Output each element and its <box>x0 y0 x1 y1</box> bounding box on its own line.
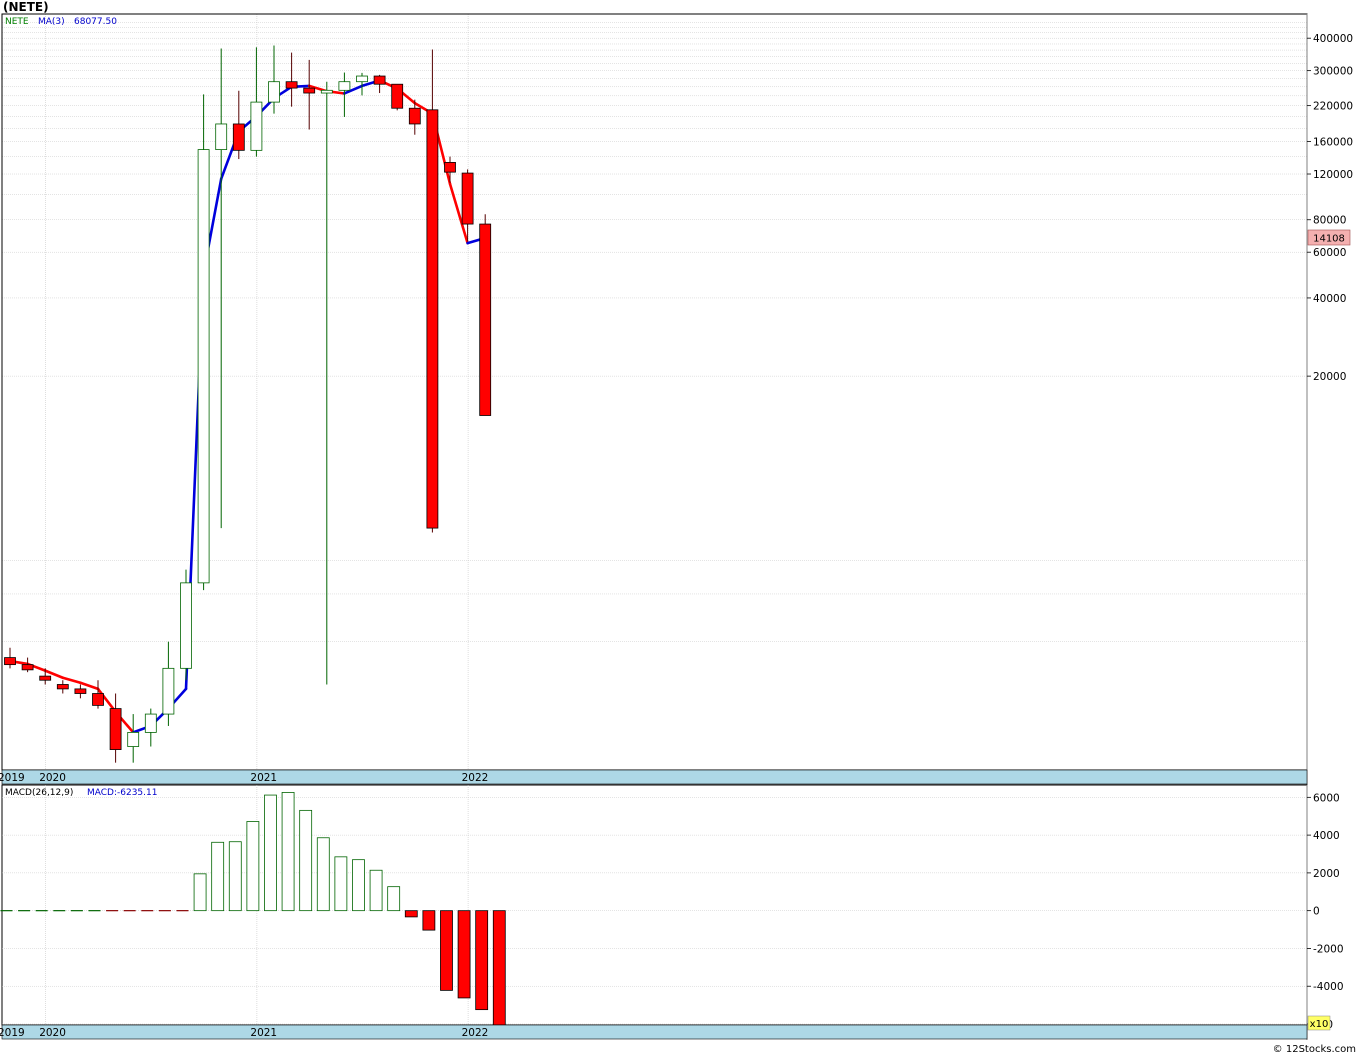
candle-body-up <box>356 75 368 83</box>
candle-body-down <box>426 109 439 529</box>
price-y-tick-label: 40000 <box>1313 293 1346 305</box>
candle-body-up <box>338 81 351 91</box>
macd-y-tick-label: -4000 <box>1313 981 1344 993</box>
candle-body-down <box>39 675 52 681</box>
candle-body-down <box>232 123 245 151</box>
macd-y-tick-label: 2000 <box>1313 868 1340 880</box>
candle-body-down <box>285 81 298 89</box>
macd-bar-positive <box>246 821 260 912</box>
price-y-tick-label: 300000 <box>1313 66 1353 78</box>
macd-y-tick-label: -2000 <box>1313 943 1344 955</box>
price-x-axis-band <box>1 769 1308 785</box>
candle-body-down <box>461 172 474 225</box>
macd-bar-positive <box>334 856 348 912</box>
candle-body-up <box>268 81 280 103</box>
macd-bar-negative <box>492 910 506 1026</box>
candle-body-up <box>180 582 192 669</box>
macd-bar-negative <box>457 910 471 999</box>
price-y-tick-label: 120000 <box>1313 169 1353 181</box>
chart-title: (NETE) <box>3 0 49 14</box>
macd-bar-positive <box>299 809 313 912</box>
macd-bar-positive <box>387 886 401 912</box>
macd-legend-name: MACD(26,12,9) <box>5 788 73 798</box>
candle-body-up <box>162 667 175 715</box>
last-price-label: 14108 <box>1313 234 1345 245</box>
candle-body-down <box>74 688 87 694</box>
candle <box>479 214 492 416</box>
legend-ma-value: 68077.50 <box>74 17 117 27</box>
macd-x-label: 2019 <box>0 1027 25 1039</box>
price-y-tick-label: 20000 <box>1313 371 1346 383</box>
macd-x-label: 2020 <box>39 1027 66 1039</box>
macd-y-tick-label: 6000 <box>1313 792 1340 804</box>
macd-bar-positive <box>352 859 365 912</box>
candle-body-down <box>391 83 404 109</box>
price-y-tick-label: 60000 <box>1313 247 1346 259</box>
candle-body-up <box>320 89 333 94</box>
footer-credit: © 12Stocks.com <box>1273 1044 1356 1055</box>
macd-bar-negative <box>422 910 436 931</box>
candle-body-down <box>92 693 104 706</box>
macd-bar-positive <box>264 794 277 912</box>
price-x-label: 2020 <box>39 772 66 784</box>
candle-body-up <box>144 713 157 733</box>
candle-body-down <box>373 75 386 85</box>
price-y-tick-label: 220000 <box>1313 101 1353 113</box>
candle-body-down <box>109 708 122 750</box>
candle-body-down <box>303 87 316 94</box>
legend-symbol: NETE <box>5 17 29 27</box>
price-x-label: 2019 <box>0 772 25 784</box>
macd-bar-positive <box>193 873 207 912</box>
price-y-tick-label: 160000 <box>1313 137 1353 149</box>
macd-y-tick-label: 0 <box>1313 906 1320 918</box>
candle <box>180 569 192 681</box>
candle-body-up <box>127 732 140 747</box>
macd-scale-badge-label: x10 <box>1310 1019 1329 1030</box>
macd-y-tick-label: 4000 <box>1313 830 1340 842</box>
macd-bar-negative <box>440 910 453 991</box>
macd-bar-negative <box>475 910 489 1011</box>
price-y-tick-label: 80000 <box>1313 215 1346 227</box>
macd-bar-positive <box>228 841 242 912</box>
candle-body-down <box>444 162 456 173</box>
stock-chart: (NETE) 400000 300000 220000 160000 120000 800… <box>0 0 1360 1056</box>
macd-x-label: 2022 <box>462 1027 489 1039</box>
price-x-label: 2021 <box>250 772 277 784</box>
macd-bar-negative <box>404 910 418 918</box>
macd-bar-positive <box>316 837 330 912</box>
candle-body-up <box>250 101 263 151</box>
candle-body-down <box>21 664 34 671</box>
price-y-tick-label: 400000 <box>1313 33 1353 45</box>
candle-body-down <box>479 223 492 416</box>
macd-bar-positive <box>211 841 225 912</box>
macd-bar-positive <box>281 792 295 912</box>
candle-body-down <box>408 107 421 125</box>
macd-x-label: 2021 <box>250 1027 277 1039</box>
candle <box>197 94 210 591</box>
legend-ma-label: MA(3) <box>38 17 65 27</box>
macd-bar-positive <box>369 869 383 912</box>
price-x-label: 2022 <box>462 772 489 784</box>
candle-body-down <box>56 684 69 690</box>
candle-body-down <box>4 657 16 666</box>
candle <box>426 49 439 533</box>
macd-legend-value: MACD:-6235.11 <box>87 788 157 798</box>
candle <box>391 83 404 111</box>
chart-canvas: (NETE) 400000300000220000160000120000800… <box>0 0 1360 1056</box>
macd-x-axis-band <box>1 1024 1308 1040</box>
candle-body-up <box>197 149 210 584</box>
candle-body-up <box>215 123 228 150</box>
